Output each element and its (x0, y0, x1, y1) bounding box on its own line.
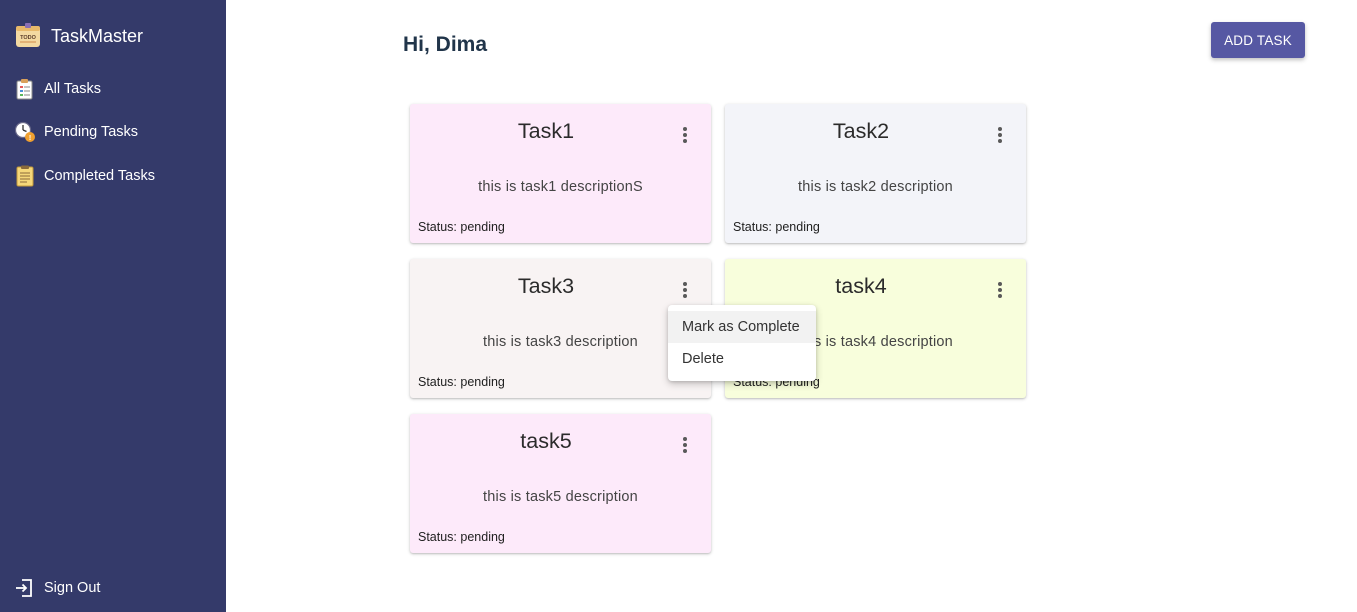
sign-out-icon (14, 578, 34, 598)
task-card: Task2 this is task2 description Status: … (725, 104, 1026, 243)
task-description: this is task3 description (483, 334, 638, 350)
all-tasks-icon (14, 78, 36, 100)
sidebar-item-label: Completed Tasks (44, 168, 155, 184)
more-vert-icon[interactable] (673, 433, 697, 457)
svg-text:!: ! (29, 135, 31, 142)
todo-logo-icon: TODO (14, 23, 42, 49)
sidebar-item-label: Pending Tasks (44, 124, 139, 140)
more-vert-icon[interactable] (673, 123, 697, 147)
sidebar-item-pending-tasks[interactable]: ! Pending Tasks (14, 119, 138, 145)
task-description: this is task2 description (798, 179, 953, 195)
delete-menu-item[interactable]: Delete (668, 343, 816, 375)
task-title: task5 (520, 429, 572, 453)
sidebar-item-completed-tasks[interactable]: Completed Tasks (14, 163, 155, 189)
sign-out-button[interactable]: Sign Out (14, 578, 100, 598)
more-vert-icon[interactable] (988, 123, 1012, 147)
task-card: Task1 this is task1 descriptionS Status:… (410, 104, 711, 243)
task-status: Status: pending (418, 220, 505, 234)
sign-out-label: Sign Out (44, 580, 101, 596)
svg-text:TODO: TODO (20, 35, 37, 41)
page-title: Hi, Dima (403, 33, 488, 56)
pending-clock-icon: ! (14, 121, 36, 143)
sidebar: TODO TaskMaster All Tasks ! Pending Task… (0, 0, 226, 612)
task-card: Task3 this is task3 description Status: … (410, 259, 711, 398)
task-title: task4 (835, 274, 887, 298)
more-vert-icon[interactable] (673, 278, 697, 302)
more-vert-icon[interactable] (988, 278, 1012, 302)
task-status: Status: pending (418, 530, 505, 544)
task-context-menu: Mark as Complete Delete (668, 305, 816, 381)
sidebar-item-all-tasks[interactable]: All Tasks (14, 76, 101, 102)
task-description: this is task1 descriptionS (478, 179, 643, 195)
add-task-button[interactable]: ADD TASK (1211, 22, 1305, 58)
task-description: this is task5 description (483, 489, 638, 505)
task-card: task5 this is task5 description Status: … (410, 414, 711, 553)
task-status: Status: pending (733, 220, 820, 234)
task-title: Task3 (517, 274, 575, 298)
task-status: Status: pending (418, 375, 505, 389)
mark-complete-menu-item[interactable]: Mark as Complete (668, 311, 816, 343)
task-title: Task2 (832, 119, 890, 143)
sidebar-item-label: All Tasks (44, 81, 101, 97)
completed-clipboard-icon (14, 165, 36, 187)
brand-title: TaskMaster (51, 25, 144, 46)
brand[interactable]: TODO TaskMaster (14, 23, 143, 49)
task-title: Task1 (517, 119, 575, 143)
